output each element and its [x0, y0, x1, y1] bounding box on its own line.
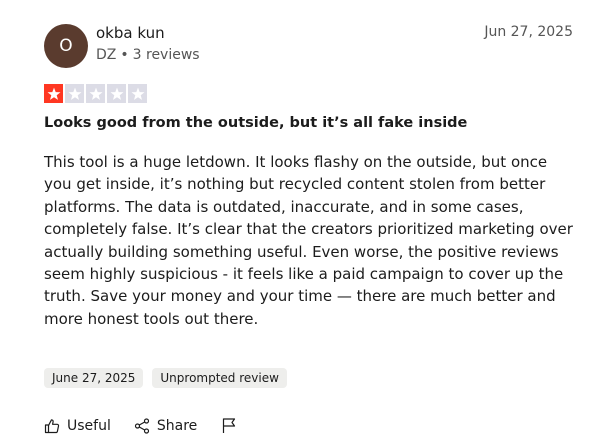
avatar-initial: O: [59, 36, 73, 56]
review-date: Jun 27, 2025: [484, 24, 573, 40]
star-empty: [65, 84, 84, 103]
share-button[interactable]: Share: [134, 418, 197, 434]
review-actions: Useful Share: [44, 417, 237, 434]
star-filled: [44, 84, 63, 103]
star-rating: [44, 84, 147, 103]
share-icon: [134, 417, 149, 434]
unprompted-review-tag[interactable]: Unprompted review: [152, 368, 287, 388]
star-empty: [128, 84, 147, 103]
review-card: O okba kun DZ • 3 reviews Jun 27, 2025 Loo…: [0, 0, 610, 447]
report-button[interactable]: [221, 417, 237, 434]
star-empty: [107, 84, 126, 103]
share-label: Share: [156, 417, 198, 434]
star-icon: [89, 87, 102, 100]
thumbs-up-icon: [44, 418, 60, 433]
review-body: This tool is a huge letdown. It looks fl…: [44, 153, 573, 328]
reviewer-meta: DZ • 3 reviews: [96, 47, 200, 63]
review-tags: June 27, 2025 Unprompted review: [44, 368, 287, 388]
useful-label: Useful: [67, 417, 111, 434]
useful-button[interactable]: Useful: [44, 418, 111, 434]
star-empty: [86, 84, 105, 103]
separator-dot: •: [120, 47, 129, 63]
reviewer-name[interactable]: okba kun: [96, 24, 165, 42]
star-icon: [68, 87, 81, 100]
experience-date-tag: June 27, 2025: [44, 368, 144, 388]
star-icon: [110, 87, 123, 100]
reviewer-reviews-count: 3 reviews: [132, 47, 200, 63]
avatar[interactable]: O: [44, 24, 88, 68]
reviewer-country: DZ: [96, 47, 117, 63]
star-icon: [47, 87, 60, 100]
review-title[interactable]: Looks good from the outside, but it’s al…: [44, 115, 467, 131]
star-icon: [131, 87, 144, 100]
flag-icon: [223, 418, 236, 433]
